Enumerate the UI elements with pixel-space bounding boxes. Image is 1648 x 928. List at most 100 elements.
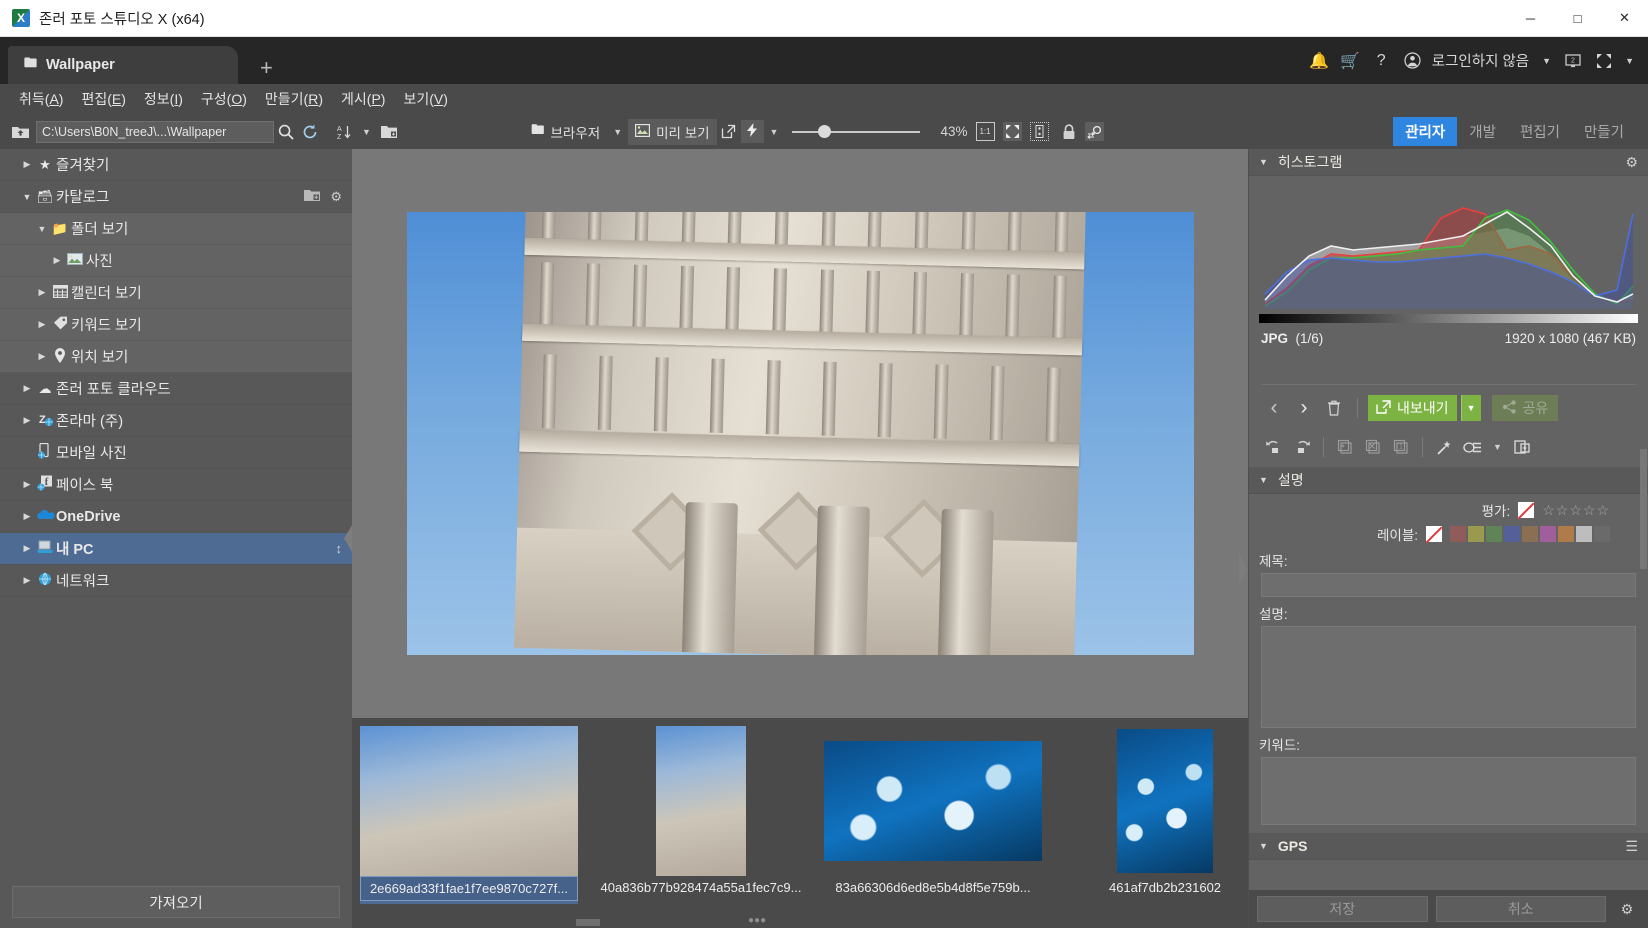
gear-icon[interactable]: ⚙ <box>1614 901 1640 918</box>
sidebar-item-folder-view[interactable]: ▼ 📁 폴더 보기 <box>0 213 352 245</box>
title-input[interactable] <box>1261 573 1636 597</box>
prev-image-button[interactable]: ‹ <box>1261 396 1287 420</box>
swatch-green[interactable] <box>1486 526 1502 542</box>
label-none-swatch[interactable] <box>1426 526 1442 542</box>
chevron-right-icon[interactable]: ▶ <box>20 415 34 426</box>
resize-handle-icon[interactable]: ↕ <box>336 541 343 556</box>
histogram-section-header[interactable]: ▼ 히스토그램 ⚙ <box>1249 149 1648 176</box>
filmstrip-scrollbar-thumb[interactable] <box>576 918 600 926</box>
swatch-purple[interactable] <box>1540 526 1556 542</box>
swatch-orange[interactable] <box>1558 526 1574 542</box>
rating-none-swatch[interactable] <box>1518 502 1535 518</box>
sidebar-item-zonlama[interactable]: ▶ Z 존라마 (주) <box>0 405 352 437</box>
share-button[interactable]: 공유 <box>1491 395 1559 421</box>
thumbnail-image[interactable] <box>360 726 578 876</box>
chevron-down-icon[interactable]: ▼ <box>1259 841 1268 851</box>
list-item[interactable]: 461af7db2b231602 <box>1056 726 1248 899</box>
image-viewer[interactable] <box>352 149 1248 718</box>
sidebar-item-mobile-photos[interactable]: 모바일 사진 <box>0 437 352 469</box>
folder-up-icon[interactable] <box>8 120 32 144</box>
label-swatches[interactable] <box>1450 526 1610 542</box>
sidebar-item-photo-cloud[interactable]: ▶ ☁ 존러 포토 클라우드 <box>0 373 352 405</box>
sidebar-item-keyword-view[interactable]: ▶ 키워드 보기 <box>0 309 352 341</box>
sort-caret-icon[interactable]: ▼ <box>356 127 377 137</box>
swatch-blue[interactable] <box>1504 526 1520 542</box>
sidebar-item-onedrive[interactable]: ▶ OneDrive <box>0 501 352 533</box>
sidebar-item-calendar-view[interactable]: ▶ 캘린더 보기 <box>0 277 352 309</box>
lock-icon[interactable] <box>1057 120 1081 144</box>
fullscreen-caret-icon[interactable]: ▼ <box>1619 56 1640 66</box>
sidebar-item-catalog[interactable]: ▼ 🗃 카탈로그 ⚙ <box>0 181 352 213</box>
chevron-right-icon[interactable]: ▶ <box>20 383 34 394</box>
browser-caret-icon[interactable]: ▼ <box>607 127 628 137</box>
panel-scrollbar[interactable] <box>1640 449 1647 569</box>
search-icon[interactable] <box>274 120 298 144</box>
list-item[interactable]: 83a66306d6ed8e5b4d8f5e759b... <box>824 726 1042 899</box>
list-item[interactable]: 40a836b77b928474a55a1fec7c9... <box>592 726 810 899</box>
gear-icon[interactable]: ⚙ <box>1625 154 1638 171</box>
path-input[interactable]: C:\Users\B0N_treeJ\...\Wallpaper <box>36 120 274 143</box>
mode-manager[interactable]: 관리자 <box>1393 117 1458 146</box>
thumbnail-image[interactable] <box>1056 726 1248 876</box>
mode-editor[interactable]: 편집기 <box>1508 117 1572 146</box>
sidebar-item-network[interactable]: ▶ 네트워크 <box>0 565 352 597</box>
save-button[interactable]: 저장 <box>1257 896 1428 922</box>
chevron-right-icon[interactable]: ▶ <box>35 351 49 362</box>
export-button[interactable]: 내보내기 <box>1368 395 1457 421</box>
menu-info[interactable]: 정보(I) <box>135 86 192 112</box>
description-textarea[interactable] <box>1261 626 1636 728</box>
account-name[interactable]: 로그인하지 않음 <box>1428 50 1536 71</box>
user-avatar-icon[interactable] <box>1397 45 1428 76</box>
keyword-textarea[interactable] <box>1261 757 1636 825</box>
zoom-slider-knob[interactable] <box>818 125 832 138</box>
chevron-right-icon[interactable]: ▶ <box>35 287 49 298</box>
zoom-slider-track[interactable] <box>792 125 921 138</box>
sidebar-item-favorites[interactable]: ▶ ★ 즐겨찾기 <box>0 149 352 181</box>
copy-icon[interactable] <box>1332 435 1358 459</box>
one-to-one-button[interactable]: 1:1 <box>975 122 995 141</box>
swatch-red[interactable] <box>1450 526 1466 542</box>
list-item[interactable]: 2e669ad33f1fae1f7ee9870c727f... <box>360 726 578 904</box>
rotate-left-icon[interactable] <box>1261 435 1287 459</box>
minimize-button[interactable]: ─ <box>1507 0 1554 36</box>
chevron-down-icon[interactable]: ▼ <box>20 192 34 202</box>
chevron-right-icon[interactable]: ▶ <box>20 159 34 170</box>
fit-screen-icon[interactable] <box>1002 122 1022 141</box>
sidebar-item-location-view[interactable]: ▶ 위치 보기 <box>0 341 352 373</box>
chevron-down-icon[interactable]: ▼ <box>1259 157 1268 167</box>
filmstrip-scrollbar[interactable] <box>352 918 1248 926</box>
swap-search-icon[interactable] <box>1084 122 1104 141</box>
add-catalog-icon[interactable] <box>304 189 321 205</box>
magic-wand-icon[interactable] <box>1431 435 1457 459</box>
add-page-icon[interactable] <box>1510 435 1536 459</box>
preview-mode-button[interactable]: 미리 보기 <box>628 118 717 145</box>
chevron-right-icon[interactable]: ▶ <box>20 543 34 554</box>
swatch-grey[interactable] <box>1594 526 1610 542</box>
single-icon[interactable]: 1 <box>1388 435 1414 459</box>
cancel-button[interactable]: 취소 <box>1435 896 1606 922</box>
sidebar-item-facebook[interactable]: ▶ f 페이스 북 <box>0 469 352 501</box>
rating-stars[interactable]: ☆☆☆☆☆ <box>1542 502 1610 519</box>
browser-mode-button[interactable]: 🖿 브라우저 <box>524 117 607 146</box>
stack-icon[interactable] <box>1459 435 1485 459</box>
menu-create[interactable]: 만들기(R) <box>256 86 332 112</box>
delete-icon[interactable] <box>1321 396 1347 420</box>
preview-image[interactable] <box>406 212 1194 655</box>
swatch-brown[interactable] <box>1522 526 1538 542</box>
rotate-right-icon[interactable] <box>1289 435 1315 459</box>
thumbnail-image[interactable] <box>824 726 1042 876</box>
menu-icon[interactable]: ☰ <box>1625 838 1638 855</box>
screen-2-icon[interactable]: 2 <box>1557 45 1588 76</box>
sort-az-icon[interactable]: A Z <box>332 120 356 144</box>
chevron-right-icon[interactable]: ▶ <box>50 255 64 266</box>
chevron-right-icon[interactable]: ▶ <box>20 511 34 522</box>
mode-create[interactable]: 만들기 <box>1572 117 1636 146</box>
import-button[interactable]: 가져오기 <box>12 886 340 918</box>
gear-icon[interactable]: ⚙ <box>330 189 342 205</box>
popout-icon[interactable] <box>717 120 741 144</box>
description-section-header[interactable]: ▼ 설명 <box>1249 467 1648 494</box>
menu-publish[interactable]: 게시(P) <box>332 86 394 112</box>
menu-edit[interactable]: 편집(E) <box>72 86 134 112</box>
sidebar-item-my-pc[interactable]: ▶ 내 PC ↕ <box>0 533 352 565</box>
quick-dev-caret-icon[interactable]: ▼ <box>764 127 785 137</box>
